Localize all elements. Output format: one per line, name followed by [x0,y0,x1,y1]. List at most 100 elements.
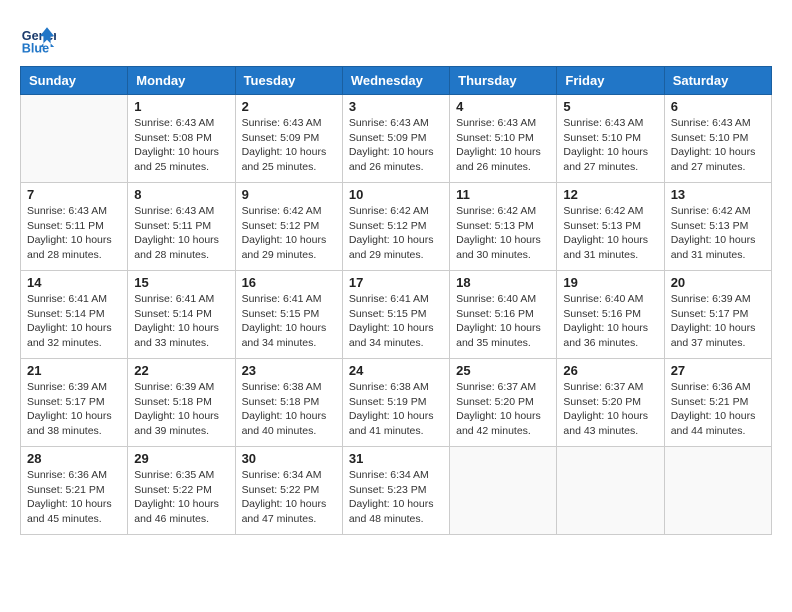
page-header: General Blue [20,20,772,56]
day-number: 7 [27,187,121,202]
calendar-cell: 3 Sunrise: 6:43 AM Sunset: 5:09 PM Daylig… [342,95,449,183]
calendar-cell: 5 Sunrise: 6:43 AM Sunset: 5:10 PM Daylig… [557,95,664,183]
day-number: 30 [242,451,336,466]
calendar-cell: 10 Sunrise: 6:42 AM Sunset: 5:12 PM Dayli… [342,183,449,271]
calendar-cell: 6Sunrise: 6:43 AM Sunset: 5:10 PM Daylig… [664,95,771,183]
day-info: Sunrise: 6:41 AM Sunset: 5:15 PM Dayligh… [349,292,443,351]
calendar-table: SundayMondayTuesdayWednesdayThursdayFrid… [20,66,772,535]
calendar-cell: 27 Sunrise: 6:36 AM Sunset: 5:21 PM Dayli… [664,359,771,447]
calendar-cell: 31Sunrise: 6:34 AM Sunset: 5:23 PM Dayli… [342,447,449,535]
calendar-cell: 12Sunrise: 6:42 AM Sunset: 5:13 PM Dayli… [557,183,664,271]
calendar-header-friday: Friday [557,67,664,95]
calendar-cell: 21 Sunrise: 6:39 AM Sunset: 5:17 PM Dayli… [21,359,128,447]
day-number: 16 [242,275,336,290]
calendar-cell [21,95,128,183]
calendar-header-sunday: Sunday [21,67,128,95]
day-info: Sunrise: 6:34 AM Sunset: 5:22 PM Dayligh… [242,468,336,527]
day-info: Sunrise: 6:38 AM Sunset: 5:19 PM Dayligh… [349,380,443,439]
calendar-header-tuesday: Tuesday [235,67,342,95]
day-info: Sunrise: 6:39 AM Sunset: 5:17 PM Dayligh… [671,292,765,351]
calendar-header-wednesday: Wednesday [342,67,449,95]
calendar-cell: 19Sunrise: 6:40 AM Sunset: 5:16 PM Dayli… [557,271,664,359]
day-number: 22 [134,363,228,378]
day-number: 5 [563,99,657,114]
calendar-cell: 29 Sunrise: 6:35 AM Sunset: 5:22 PM Dayli… [128,447,235,535]
day-number: 21 [27,363,121,378]
day-number: 10 [349,187,443,202]
day-info: Sunrise: 6:41 AM Sunset: 5:14 PM Dayligh… [134,292,228,351]
calendar-cell: 16Sunrise: 6:41 AM Sunset: 5:15 PM Dayli… [235,271,342,359]
calendar-week-row: 1Sunrise: 6:43 AM Sunset: 5:08 PM Daylig… [21,95,772,183]
calendar-week-row: 21 Sunrise: 6:39 AM Sunset: 5:17 PM Dayli… [21,359,772,447]
day-number: 25 [456,363,550,378]
day-info: Sunrise: 6:39 AM Sunset: 5:17 PM Dayligh… [27,380,121,439]
calendar-cell: 4 Sunrise: 6:43 AM Sunset: 5:10 PM Daylig… [450,95,557,183]
day-info: Sunrise: 6:38 AM Sunset: 5:18 PM Dayligh… [242,380,336,439]
day-info: Sunrise: 6:43 AM Sunset: 5:10 PM Dayligh… [671,116,765,175]
day-info: Sunrise: 6:43 AM Sunset: 5:10 PM Dayligh… [456,116,550,175]
day-number: 9 [242,187,336,202]
day-info: Sunrise: 6:39 AM Sunset: 5:18 PM Dayligh… [134,380,228,439]
day-info: Sunrise: 6:43 AM Sunset: 5:09 PM Dayligh… [349,116,443,175]
calendar-cell: 11Sunrise: 6:42 AM Sunset: 5:13 PM Dayli… [450,183,557,271]
day-info: Sunrise: 6:42 AM Sunset: 5:13 PM Dayligh… [456,204,550,263]
calendar-cell: 1Sunrise: 6:43 AM Sunset: 5:08 PM Daylig… [128,95,235,183]
day-number: 20 [671,275,765,290]
day-info: Sunrise: 6:40 AM Sunset: 5:16 PM Dayligh… [456,292,550,351]
calendar-cell: 14 Sunrise: 6:41 AM Sunset: 5:14 PM Dayli… [21,271,128,359]
calendar-cell: 7Sunrise: 6:43 AM Sunset: 5:11 PM Daylig… [21,183,128,271]
calendar-week-row: 28Sunrise: 6:36 AM Sunset: 5:21 PM Dayli… [21,447,772,535]
day-info: Sunrise: 6:43 AM Sunset: 5:11 PM Dayligh… [134,204,228,263]
calendar-cell: 22 Sunrise: 6:39 AM Sunset: 5:18 PM Dayli… [128,359,235,447]
calendar-header-saturday: Saturday [664,67,771,95]
day-number: 19 [563,275,657,290]
calendar-header-row: SundayMondayTuesdayWednesdayThursdayFrid… [21,67,772,95]
calendar-week-row: 14 Sunrise: 6:41 AM Sunset: 5:14 PM Dayli… [21,271,772,359]
day-info: Sunrise: 6:41 AM Sunset: 5:14 PM Dayligh… [27,292,121,351]
day-number: 2 [242,99,336,114]
day-number: 18 [456,275,550,290]
day-number: 12 [563,187,657,202]
day-info: Sunrise: 6:35 AM Sunset: 5:22 PM Dayligh… [134,468,228,527]
calendar-cell: 23 Sunrise: 6:38 AM Sunset: 5:18 PM Dayli… [235,359,342,447]
day-info: Sunrise: 6:43 AM Sunset: 5:10 PM Dayligh… [563,116,657,175]
calendar-cell: 15 Sunrise: 6:41 AM Sunset: 5:14 PM Dayli… [128,271,235,359]
calendar-cell [557,447,664,535]
svg-text:Blue: Blue [22,41,49,55]
day-info: Sunrise: 6:42 AM Sunset: 5:12 PM Dayligh… [242,204,336,263]
day-number: 14 [27,275,121,290]
calendar-cell: 24 Sunrise: 6:38 AM Sunset: 5:19 PM Dayli… [342,359,449,447]
calendar-cell: 8 Sunrise: 6:43 AM Sunset: 5:11 PM Daylig… [128,183,235,271]
day-info: Sunrise: 6:34 AM Sunset: 5:23 PM Dayligh… [349,468,443,527]
day-info: Sunrise: 6:43 AM Sunset: 5:08 PM Dayligh… [134,116,228,175]
day-number: 26 [563,363,657,378]
day-number: 15 [134,275,228,290]
day-info: Sunrise: 6:37 AM Sunset: 5:20 PM Dayligh… [456,380,550,439]
calendar-cell: 25 Sunrise: 6:37 AM Sunset: 5:20 PM Dayli… [450,359,557,447]
day-number: 27 [671,363,765,378]
calendar-header-thursday: Thursday [450,67,557,95]
day-number: 28 [27,451,121,466]
day-info: Sunrise: 6:37 AM Sunset: 5:20 PM Dayligh… [563,380,657,439]
day-number: 29 [134,451,228,466]
calendar-cell: 30 Sunrise: 6:34 AM Sunset: 5:22 PM Dayli… [235,447,342,535]
calendar-cell: 26 Sunrise: 6:37 AM Sunset: 5:20 PM Dayli… [557,359,664,447]
day-number: 24 [349,363,443,378]
day-number: 8 [134,187,228,202]
day-number: 17 [349,275,443,290]
day-number: 23 [242,363,336,378]
day-info: Sunrise: 6:43 AM Sunset: 5:09 PM Dayligh… [242,116,336,175]
day-number: 4 [456,99,550,114]
day-info: Sunrise: 6:36 AM Sunset: 5:21 PM Dayligh… [671,380,765,439]
calendar-cell [664,447,771,535]
calendar-cell: 17 Sunrise: 6:41 AM Sunset: 5:15 PM Dayli… [342,271,449,359]
logo: General Blue [20,20,60,56]
calendar-cell: 2 Sunrise: 6:43 AM Sunset: 5:09 PM Daylig… [235,95,342,183]
day-number: 3 [349,99,443,114]
calendar-cell: 13Sunrise: 6:42 AM Sunset: 5:13 PM Dayli… [664,183,771,271]
day-info: Sunrise: 6:42 AM Sunset: 5:12 PM Dayligh… [349,204,443,263]
calendar-cell [450,447,557,535]
day-info: Sunrise: 6:42 AM Sunset: 5:13 PM Dayligh… [671,204,765,263]
calendar-cell: 18 Sunrise: 6:40 AM Sunset: 5:16 PM Dayli… [450,271,557,359]
calendar-cell: 20 Sunrise: 6:39 AM Sunset: 5:17 PM Dayli… [664,271,771,359]
